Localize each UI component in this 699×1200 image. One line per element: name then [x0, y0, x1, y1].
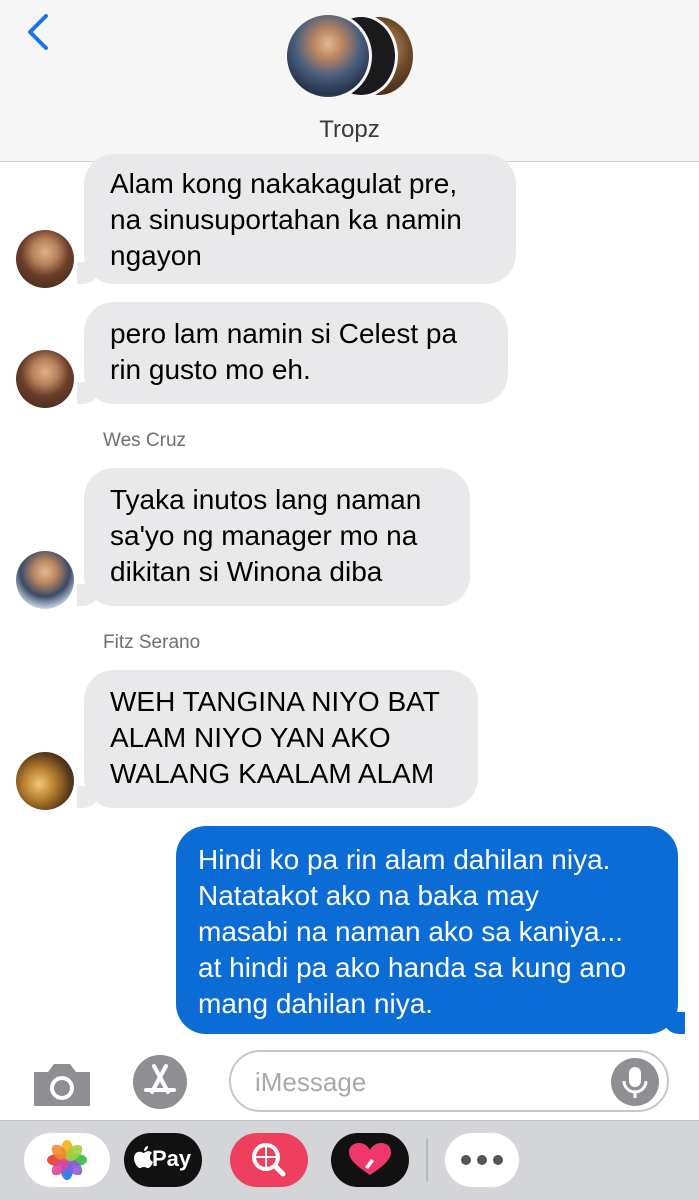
more-apps-button[interactable] [445, 1133, 519, 1187]
message-text: masabi na naman ako sa kaniya... [198, 916, 623, 947]
app-drawer: Pay [0, 1120, 699, 1200]
photos-icon [47, 1140, 87, 1180]
message-text: rin gusto mo eh. [110, 354, 311, 385]
image-search-icon [252, 1143, 286, 1177]
image-search-app-button[interactable] [230, 1133, 308, 1187]
message-text: WALANG KAALAM ALAM [110, 758, 435, 789]
group-avatar-stack[interactable] [284, 12, 419, 100]
input-placeholder: iMessage [255, 1067, 367, 1097]
app-store-button[interactable] [130, 1054, 196, 1110]
camera-icon [34, 1064, 90, 1106]
sender-avatar[interactable] [16, 350, 74, 408]
message-text: Tyaka inutos lang naman [110, 484, 422, 515]
apple-pay-button[interactable]: Pay [124, 1133, 202, 1187]
microphone-button[interactable] [611, 1058, 659, 1106]
sender-avatar[interactable] [16, 551, 74, 609]
drawer-divider [426, 1139, 428, 1181]
message-text: at hindi pa ako handa sa kung ano [198, 952, 627, 983]
message-text: pero lam namin si Celest pa [110, 318, 458, 349]
microphone-icon [622, 1067, 648, 1098]
message-text: Alam kong nakakagulat pre, [110, 168, 458, 199]
message-text: dikitan si Winona diba [110, 556, 383, 587]
photos-app-button[interactable] [24, 1133, 110, 1187]
message-bubble-outgoing[interactable]: Hindi ko pa rin alam dahilan niya. Natat… [176, 826, 685, 1034]
back-button[interactable] [22, 12, 62, 56]
sender-avatar[interactable] [16, 230, 74, 288]
message-bubble-incoming[interactable]: pero lam namin si Celest pa rin gusto mo… [77, 302, 508, 404]
digital-touch-icon [349, 1143, 391, 1175]
imessage-input[interactable]: iMessage [229, 1050, 669, 1112]
message-text: Hindi ko pa rin alam dahilan niya. [198, 844, 611, 875]
message-bubble-incoming[interactable]: Tyaka inutos lang naman sa'yo ng manager… [77, 468, 470, 606]
message-text: na sinusuportahan ka namin [110, 204, 462, 235]
message-text: WEH TANGINA NIYO BAT [110, 686, 440, 717]
conversation-title[interactable]: Tropz [0, 116, 699, 144]
message-text: ALAM NIYO YAN AKO [110, 722, 391, 753]
message-bubble-incoming[interactable]: Alam kong nakakagulat pre, na sinusuport… [77, 154, 516, 284]
app-store-icon [133, 1055, 187, 1109]
conversation-header: Tropz [0, 0, 699, 162]
apple-pay-label: Pay [152, 1146, 192, 1171]
sender-name: Fitz Serano [103, 632, 201, 653]
message-text: Natatakot ako na baka may [198, 880, 539, 911]
message-text: sa'yo ng manager mo na [110, 520, 418, 551]
compose-bar: iMessage [0, 1044, 699, 1120]
message-text: mang dahilan niya. [198, 988, 434, 1019]
sender-avatar[interactable] [16, 752, 74, 810]
camera-button[interactable] [30, 1058, 94, 1110]
group-member-avatar [284, 12, 372, 100]
sender-name: Wes Cruz [103, 430, 187, 451]
chevron-left-icon [28, 14, 48, 50]
message-text: ngayon [110, 240, 202, 271]
digital-touch-app-button[interactable] [331, 1133, 409, 1187]
more-icon [461, 1155, 503, 1165]
message-bubble-incoming[interactable]: WEH TANGINA NIYO BAT ALAM NIYO YAN AKO W… [77, 670, 478, 808]
